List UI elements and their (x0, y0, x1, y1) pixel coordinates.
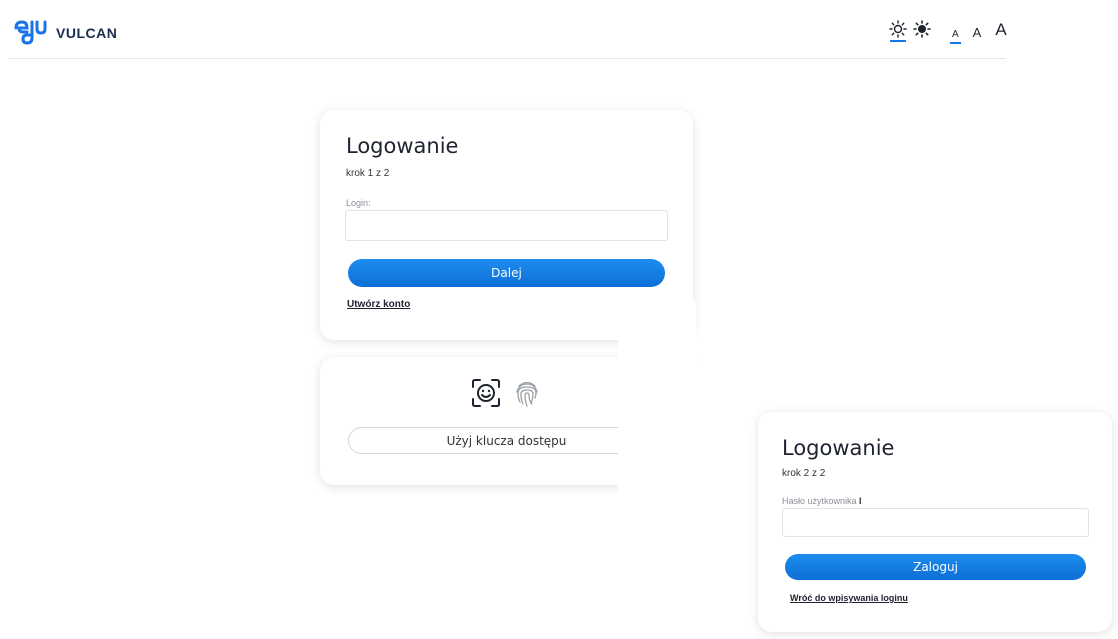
login-label: Login: (346, 198, 371, 208)
vulcan-logo[interactable]: VULCAN (12, 18, 117, 48)
collage-gap (618, 300, 696, 363)
header-divider (8, 58, 1006, 59)
font-size-large-button[interactable]: A (993, 20, 1008, 40)
accessibility-toolbar: A A A (888, 18, 1009, 44)
login-step2-card: Logowanie krok 2 z 2 Hasło użytkownika I… (758, 412, 1112, 632)
step1-title: Logowanie (346, 134, 459, 158)
step2-indicator: krok 2 z 2 (782, 468, 826, 479)
password-label: Hasło użytkownika I (782, 496, 862, 506)
high-contrast-button[interactable] (912, 18, 932, 40)
sun-outline-icon (889, 20, 907, 38)
login-input[interactable] (345, 210, 668, 241)
font-size-medium-button[interactable]: A (971, 25, 984, 40)
password-input[interactable] (782, 508, 1089, 537)
face-id-icon (471, 378, 501, 408)
login-button[interactable]: Zaloguj (785, 554, 1086, 580)
back-to-login-link[interactable]: Wróć do wpisywania loginu (790, 593, 908, 603)
logo-text: VULCAN (56, 25, 118, 41)
font-size-small-button[interactable]: A (950, 29, 961, 44)
next-button[interactable]: Dalej (348, 259, 665, 287)
create-account-link[interactable]: Utwórz konto (347, 299, 410, 310)
step1-indicator: krok 1 z 2 (346, 168, 390, 179)
step2-title: Logowanie (782, 436, 895, 460)
edu-logo-icon (14, 20, 47, 45)
sun-filled-icon (913, 20, 931, 38)
edu-logo-mark (12, 18, 48, 48)
fingerprint-icon (514, 378, 540, 408)
light-mode-button[interactable] (888, 18, 908, 42)
